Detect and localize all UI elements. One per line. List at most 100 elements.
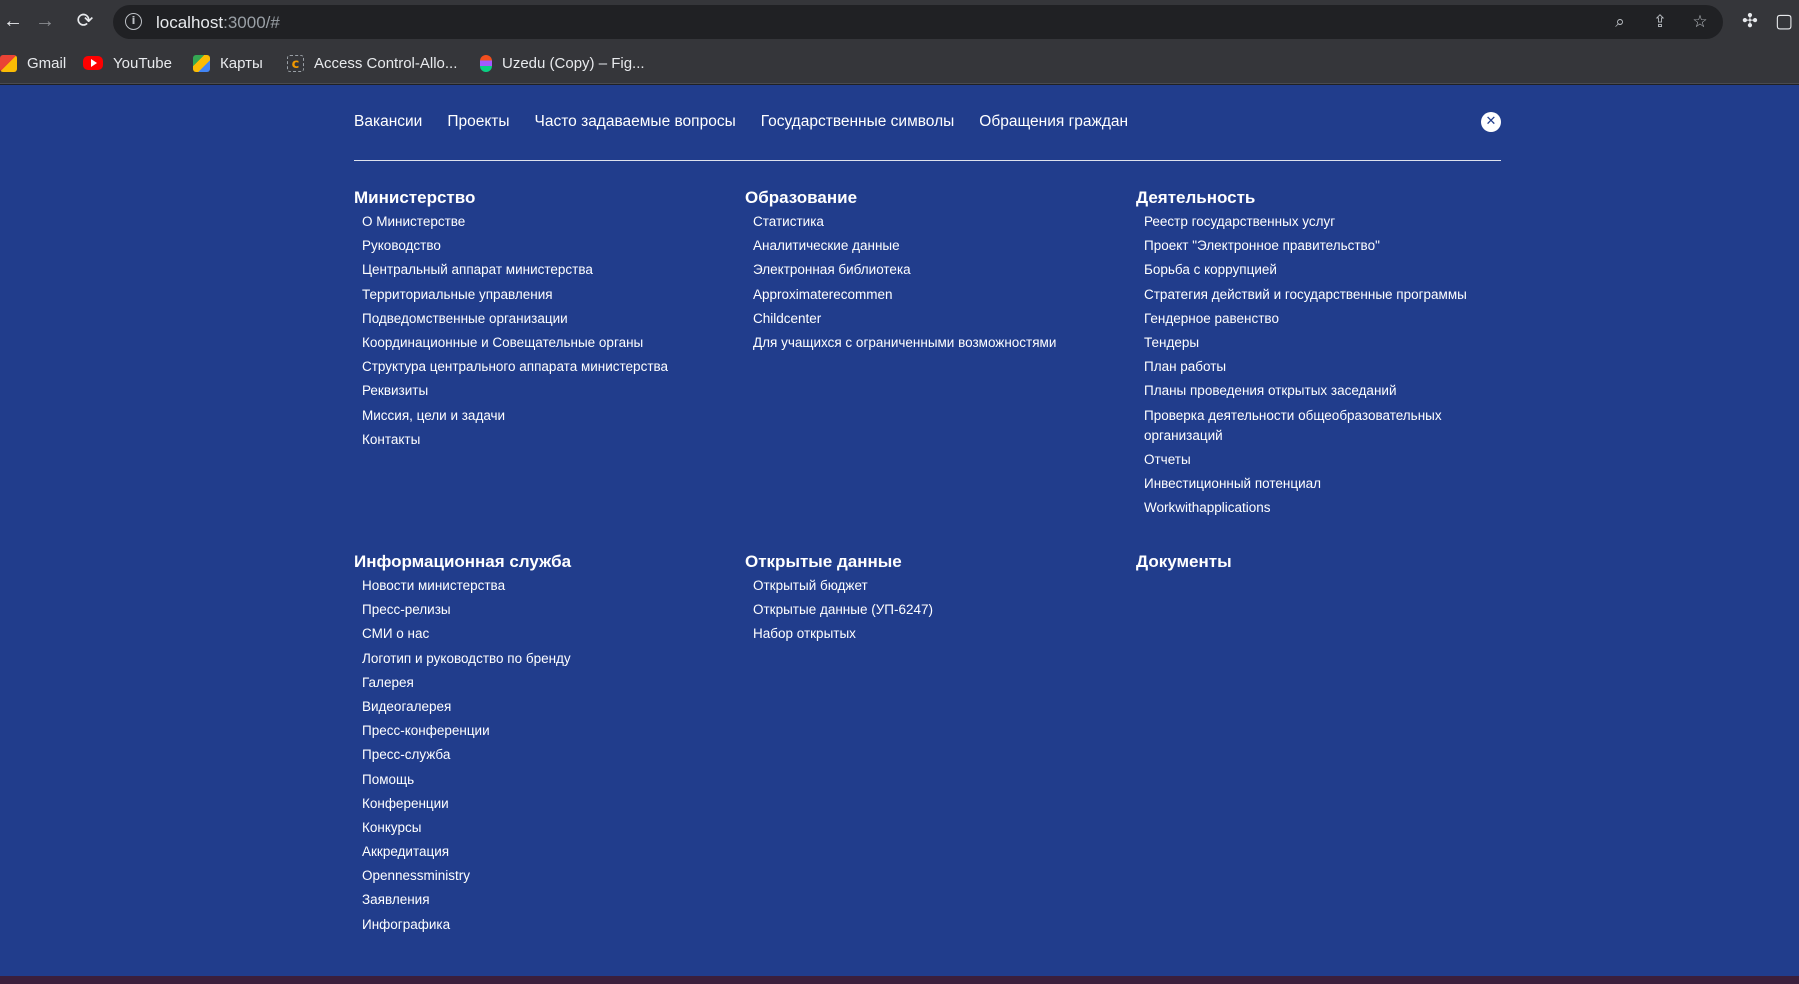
menu-link[interactable]: Childcenter xyxy=(753,309,1125,329)
menu-link[interactable]: Набор открытых xyxy=(753,624,1125,644)
back-icon[interactable]: ← xyxy=(0,8,26,34)
menu-link[interactable]: Инвестиционный потенциал xyxy=(1144,474,1516,494)
bookmark-maps[interactable]: Карты xyxy=(193,52,263,74)
menu-link[interactable]: Конкурсы xyxy=(362,818,734,838)
menu-link[interactable]: Структура центрального аппарата министер… xyxy=(362,357,734,377)
menu-link[interactable]: Центральный аппарат министерства xyxy=(362,260,734,280)
nav-projects[interactable]: Проекты xyxy=(447,113,509,135)
close-icon[interactable]: ✕ xyxy=(1481,112,1501,132)
maps-icon xyxy=(193,54,210,72)
site-info-icon[interactable]: i xyxy=(125,13,142,30)
bookmark-label: Access Control-Allo... xyxy=(314,54,458,72)
menu-link[interactable]: Подведомственные организации xyxy=(362,309,734,329)
nav-citizen-appeals[interactable]: Обращения граждан xyxy=(979,113,1128,135)
menu-link[interactable]: Конференции xyxy=(362,794,734,814)
section-title[interactable]: Документы xyxy=(1136,551,1516,573)
menu-link[interactable]: Пресс-конференции xyxy=(362,721,734,741)
menu-link[interactable]: Статистика xyxy=(753,212,1125,232)
menu-link[interactable]: Approximaterecommen xyxy=(753,285,1125,305)
menu-link[interactable]: Для учащихся с ограниченными возможностя… xyxy=(753,333,1125,353)
menu-link[interactable]: Opennessministry xyxy=(362,866,734,886)
menu-link[interactable]: Борьба с коррупцией xyxy=(1144,260,1516,280)
menu-link[interactable]: Логотип и руководство по бренду xyxy=(362,649,734,669)
section-info-service: Информационная служба Новости министерств… xyxy=(354,551,734,939)
reload-icon[interactable]: ⟳ xyxy=(72,8,98,34)
menu-link[interactable]: Отчеты xyxy=(1144,450,1516,470)
menu-link[interactable]: Миссия, цели и задачи xyxy=(362,406,734,426)
menu-link[interactable]: Реквизиты xyxy=(362,381,734,401)
bookmark-figma[interactable]: Uzedu (Copy) – Fig... xyxy=(480,52,645,74)
nav-vacancies[interactable]: Вакансии xyxy=(354,113,422,135)
menu-link[interactable]: Координационные и Совещательные органы xyxy=(362,333,734,353)
section-education: Образование Статистика Аналитические данны… xyxy=(745,187,1125,357)
bookmark-gmail[interactable]: Gmail xyxy=(0,52,66,74)
bookmark-label: Uzedu (Copy) – Fig... xyxy=(502,54,645,72)
menu-link[interactable]: Проверка деятельности общеобразовательны… xyxy=(1144,406,1474,446)
section-title[interactable]: Информационная служба xyxy=(354,551,734,573)
access-control-icon: c xyxy=(287,54,304,72)
section-title[interactable]: Образование xyxy=(745,187,1125,209)
section-title[interactable]: Открытые данные xyxy=(745,551,1125,573)
gmail-icon xyxy=(0,54,17,72)
taskbar-edge xyxy=(0,976,1799,984)
forward-icon[interactable]: → xyxy=(32,8,58,34)
url-text[interactable]: localhost:3000/# xyxy=(156,13,280,33)
menu-link[interactable]: Территориальные управления xyxy=(362,285,734,305)
extensions-icon[interactable]: ✣ xyxy=(1738,9,1762,33)
address-bar[interactable]: i localhost:3000/# ⌕ ⇪ ☆ xyxy=(113,5,1723,39)
section-title[interactable]: Деятельность xyxy=(1136,187,1516,209)
browser-toolbar: ← → ⟳ i localhost:3000/# ⌕ ⇪ ☆ ✣ ▢ xyxy=(0,0,1799,42)
menu-link[interactable]: Тендеры xyxy=(1144,333,1516,353)
bookmark-youtube[interactable]: YouTube xyxy=(83,52,172,74)
menu-link[interactable]: Стратегия действий и государственные про… xyxy=(1144,285,1516,305)
side-panel-icon[interactable]: ▢ xyxy=(1772,9,1796,33)
bookmarks-bar: Gmail YouTube Карты c Access Control-All… xyxy=(0,42,1799,84)
figma-icon xyxy=(480,54,492,72)
menu-link[interactable]: Видеогалерея xyxy=(362,697,734,717)
menu-overlay: Вакансии Проекты Часто задаваемые вопрос… xyxy=(0,85,1799,976)
menu-link[interactable]: О Министерстве xyxy=(362,212,734,232)
menu-link[interactable]: Workwithapplications xyxy=(1144,498,1516,518)
section-activity: Деятельность Реестр государственных услуг… xyxy=(1136,187,1516,522)
menu-link[interactable]: Открытый бюджет xyxy=(753,576,1125,596)
nav-state-symbols[interactable]: Государственные символы xyxy=(761,113,955,135)
section-link-list: О Министерстве Руководство Центральный апп… xyxy=(354,212,734,450)
share-icon[interactable]: ⇪ xyxy=(1649,11,1671,33)
zoom-icon[interactable]: ⌕ xyxy=(1609,11,1631,33)
section-ministry: Министерство О Министерстве Руководство Цен… xyxy=(354,187,734,454)
menu-link[interactable]: Гендерное равенство xyxy=(1144,309,1516,329)
menu-link[interactable]: Помощь xyxy=(362,770,734,790)
menu-link[interactable]: Заявления xyxy=(362,890,734,910)
menu-link[interactable]: Реестр государственных услуг xyxy=(1144,212,1516,232)
bookmark-label: Gmail xyxy=(27,54,67,72)
menu-link[interactable]: Планы проведения открытых заседаний xyxy=(1144,381,1516,401)
menu-link[interactable]: Проект "Электронное правительство" xyxy=(1144,236,1516,256)
menu-link[interactable]: Галерея xyxy=(362,673,734,693)
bookmark-access-control[interactable]: c Access Control-Allo... xyxy=(287,52,457,74)
menu-link[interactable]: Аналитические данные xyxy=(753,236,1125,256)
divider xyxy=(354,160,1501,161)
bookmark-label: Карты xyxy=(220,54,263,72)
bookmark-label: YouTube xyxy=(113,54,172,72)
menu-link[interactable]: СМИ о нас xyxy=(362,624,734,644)
menu-link[interactable]: Инфографика xyxy=(362,915,734,935)
section-link-list: Новости министерства Пресс-релизы СМИ о на… xyxy=(354,576,734,935)
menu-link[interactable]: Новости министерства xyxy=(362,576,734,596)
section-link-list: Статистика Аналитические данные Электронна… xyxy=(745,212,1125,353)
bookmark-star-icon[interactable]: ☆ xyxy=(1689,11,1711,33)
section-open-data: Открытые данные Открытый бюджет Открытые д… xyxy=(745,551,1125,649)
menu-link[interactable]: Аккредитация xyxy=(362,842,734,862)
top-navigation: Вакансии Проекты Часто задаваемые вопрос… xyxy=(354,113,1128,135)
menu-link[interactable]: Пресс-релизы xyxy=(362,600,734,620)
menu-link[interactable]: Пресс-служба xyxy=(362,745,734,765)
section-link-list: Открытый бюджет Открытые данные (УП-6247)… xyxy=(745,576,1125,644)
nav-faq[interactable]: Часто задаваемые вопросы xyxy=(535,113,736,135)
youtube-icon xyxy=(83,56,103,70)
menu-link[interactable]: Контакты xyxy=(362,430,734,450)
menu-link[interactable]: Открытые данные (УП-6247) xyxy=(753,600,1125,620)
menu-link[interactable]: Электронная библиотека xyxy=(753,260,1125,280)
section-documents: Документы xyxy=(1136,551,1516,576)
section-title[interactable]: Министерство xyxy=(354,187,734,209)
menu-link[interactable]: Руководство xyxy=(362,236,734,256)
menu-link[interactable]: План работы xyxy=(1144,357,1516,377)
